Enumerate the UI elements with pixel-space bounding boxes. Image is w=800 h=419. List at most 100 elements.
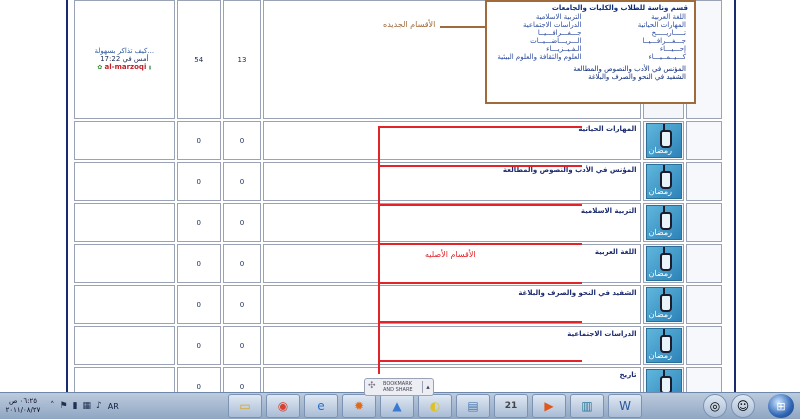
forum-row: 0 0 المؤنس في الأدب والنصوص والمطالعة رمضان	[74, 162, 722, 201]
forum-row: 0 0 التربية الاسلامية رمضان	[74, 203, 722, 242]
subforum-box: قسم وناسة للطلاب والكليات والجامعات اللغ…	[485, 0, 696, 104]
chevron-up-icon[interactable]: ▴	[423, 383, 433, 391]
language-indicator[interactable]: AR	[108, 402, 119, 411]
last-post-cell	[74, 285, 175, 324]
share-icon: ✣	[368, 381, 376, 391]
status-icon: ✿	[97, 64, 103, 71]
subforum-link[interactable]: تـــــاريـــــخ	[600, 29, 686, 37]
posts-count: 0	[176, 244, 221, 283]
last-post-user[interactable]: al-marzoqi	[105, 63, 147, 71]
ramadan-lantern-icon: رمضان	[645, 246, 682, 281]
subforum-link[interactable]: إحـــيـــاء	[600, 45, 686, 53]
subforum-link[interactable]: الشفيد في النحو والصرف والبلاغة	[495, 73, 686, 81]
ramadan-lantern-icon: رمضان	[645, 123, 682, 158]
topics-count: 0	[222, 244, 262, 283]
media-player-app-icon[interactable]: ▶	[532, 394, 566, 418]
topics-count: 0	[222, 203, 262, 242]
subforum-link[interactable]: المهارات الحياتية	[600, 21, 686, 29]
forum-title-cell: التربية الاسلامية	[263, 203, 642, 242]
bookmark-share-widget[interactable]: ✣ BOOKMARK AND SHARE ▴	[364, 378, 434, 396]
subforum-link[interactable]: الـفـيــزيـــاء	[495, 45, 581, 53]
annotation-tick	[378, 360, 582, 362]
power-icon[interactable]: ▮	[73, 401, 78, 411]
posts-count: 0	[176, 326, 221, 365]
forum-title-cell: المؤنس في الأدب والنصوص والمطالعة	[263, 162, 642, 201]
forum-icon-cell: رمضان	[643, 203, 684, 242]
network-app-icon[interactable]: ▥	[570, 394, 604, 418]
spacer-cell	[685, 326, 722, 365]
chrome-app-icon[interactable]: ◉	[266, 394, 300, 418]
ramadan-lantern-icon: رمضان	[645, 369, 682, 392]
subforum-link[interactable]: جـــغـــرافـــيــا	[495, 29, 582, 37]
volume-icon[interactable]: ♪	[96, 401, 102, 411]
forum-link[interactable]: الدراسات الاجتماعية	[567, 330, 636, 338]
taskbar: ٠٦:٢٥ ص ٢٠١١/٠٨/٢٧ ˄ ⚑ ▮ ▦ ♪ AR ▭ ◉ e ✹ ▲ ◐ ▤ 2…	[0, 392, 800, 419]
subforum-link[interactable]: التربية الاسلامية	[495, 13, 582, 21]
posts-count: 0	[176, 121, 221, 160]
media-app-icon[interactable]: ◐	[418, 394, 452, 418]
forum-icon-cell: رمضان	[643, 121, 684, 160]
calendar-app-icon[interactable]: 21	[494, 394, 528, 418]
annotation-tick	[378, 321, 582, 323]
forum-link[interactable]: المؤنس في الأدب والنصوص والمطالعة	[503, 166, 637, 174]
forum-icon-cell: رمضان	[643, 367, 684, 392]
forum-link[interactable]: الشفيد في النحو والصرف والبلاغة	[518, 289, 636, 297]
flag-icon[interactable]: ⚑	[60, 401, 68, 411]
topics-count: 0	[222, 121, 262, 160]
spacer-cell	[685, 121, 722, 160]
files-app-icon[interactable]: ▤	[456, 394, 490, 418]
ramadan-lantern-icon: رمضان	[645, 164, 682, 199]
last-post-cell	[74, 203, 175, 242]
annotation-bracket	[378, 126, 380, 374]
clock[interactable]: ٠٦:٢٥ ص ٢٠١١/٠٨/٢٧	[0, 397, 46, 415]
spacer-cell	[685, 285, 722, 324]
subforum-header[interactable]: قسم وناسة للطلاب والكليات والجامعات	[487, 2, 694, 13]
subforum-link[interactable]: الـــريـــاضـــيــات	[495, 37, 581, 45]
forum-title-cell: الشفيد في النحو والصرف والبلاغة	[263, 285, 642, 324]
last-post-cell: كيف تذاكر بسهولة... أمس في 17:22 ✿ al-ma…	[74, 0, 175, 119]
topics-count: 0	[222, 162, 262, 201]
subforum-link[interactable]: المؤنس في الأدب والنصوص والمطالعة	[495, 65, 686, 73]
forum-title-cell: تاريخ	[263, 367, 642, 392]
forum-link[interactable]: التربية الاسلامية	[581, 207, 637, 215]
bookmark-label: BOOKMARK AND SHARE	[383, 381, 413, 393]
last-post-title[interactable]: كيف تذاكر بسهولة...	[95, 47, 155, 55]
word-app-icon[interactable]: W	[608, 394, 642, 418]
ramadan-lantern-icon: رمضان	[645, 205, 682, 240]
start-button[interactable]: ⊞	[768, 394, 794, 418]
annotation-tick	[378, 243, 422, 245]
posts-count: 0	[176, 162, 221, 201]
topics-count: 13	[222, 0, 262, 119]
annotation-tick	[378, 282, 582, 284]
last-post-time: أمس في 17:22	[100, 55, 149, 63]
network-icon[interactable]: ▦	[83, 401, 92, 411]
last-post-cell	[74, 326, 175, 365]
subforum-link[interactable]: الدراسات الاجتماعية	[495, 21, 582, 29]
topics-count: 0	[222, 367, 262, 392]
subforum-link[interactable]: جـــغـــرافـــيــا	[600, 37, 686, 45]
posts-count: 0	[176, 367, 221, 392]
subforum-link[interactable]: العلوم والثقافة والعلوم البيئية	[495, 53, 581, 61]
subforum-link[interactable]: اللغة العربية	[600, 13, 686, 21]
folder-app-icon[interactable]: ▭	[228, 394, 262, 418]
user-app-icon[interactable]: ☺	[731, 394, 755, 418]
winamp-app-icon[interactable]: ▲	[380, 394, 414, 418]
arrow-up-tray-icon[interactable]: ˄	[50, 401, 55, 411]
last-post-cell	[74, 162, 175, 201]
firefox-app-icon[interactable]: ✹	[342, 394, 376, 418]
forum-link[interactable]: المهارات الحياتية	[578, 125, 636, 133]
ramadan-lantern-icon: رمضان	[645, 287, 682, 322]
forum-link[interactable]: تاريخ	[620, 371, 637, 379]
annotation-original-sections: الأقسام الأصليه	[425, 250, 476, 259]
subforum-footer: المؤنس في الأدب والنصوص والمطالعة الشفيد …	[487, 61, 694, 81]
subforum-link[interactable]: كـــيــمــيـــاء	[600, 53, 686, 61]
globe-app-icon[interactable]: ◎	[703, 394, 727, 418]
ie-app-icon[interactable]: e	[304, 394, 338, 418]
posts-count: 54	[176, 0, 221, 119]
annotation-tick	[378, 204, 582, 206]
forum-link[interactable]: اللغة العربية	[595, 248, 637, 256]
spacer-cell	[685, 244, 722, 283]
forum-icon-cell: رمضان	[643, 162, 684, 201]
spacer-cell	[685, 203, 722, 242]
forum-icon-cell: رمضان	[643, 244, 684, 283]
